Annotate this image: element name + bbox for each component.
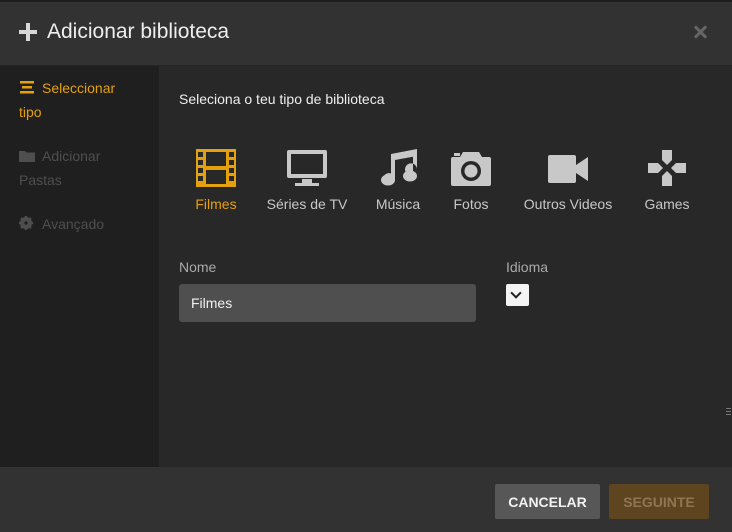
sidebar-item-label: Avançado: [42, 216, 105, 232]
library-name-input[interactable]: [179, 284, 476, 322]
dialog-header: Adicionar biblioteca: [0, 0, 732, 66]
type-option-movies[interactable]: Filmes: [191, 148, 241, 212]
type-label: Séries de TV: [266, 196, 348, 212]
music-note-icon: [381, 149, 418, 186]
tv-icon: [287, 150, 327, 186]
type-option-other-videos[interactable]: Outros Videos: [519, 148, 617, 212]
gear-icon: [19, 213, 35, 230]
film-icon: [196, 149, 236, 187]
camera-icon: [451, 152, 491, 186]
video-camera-icon: [548, 155, 588, 183]
sidebar-item-advanced[interactable]: Avançado: [19, 212, 139, 236]
close-icon[interactable]: [690, 22, 712, 44]
sidebar: Seleccionar tipo Adicionar Pastas Avança…: [0, 66, 159, 467]
folder-icon: [19, 145, 35, 162]
add-library-dialog: Adicionar biblioteca Seleccionar tipo Ad…: [0, 0, 732, 532]
type-option-photos[interactable]: Fotos: [449, 148, 493, 212]
dialog-title: Adicionar biblioteca: [47, 20, 230, 43]
plus-icon: [18, 22, 38, 42]
type-label: Fotos: [453, 196, 489, 212]
type-option-tv-shows[interactable]: Séries de TV: [263, 148, 351, 212]
type-label: Filmes: [195, 196, 237, 212]
gamepad-icon: [648, 150, 686, 186]
type-label: Games: [644, 196, 690, 212]
type-option-games[interactable]: Games: [641, 148, 693, 212]
next-button[interactable]: SEGUINTE: [609, 484, 709, 519]
sidebar-item-select-type[interactable]: Seleccionar tipo: [19, 76, 139, 124]
cancel-button[interactable]: CANCELAR: [495, 484, 600, 519]
chevron-down-icon: [510, 287, 522, 299]
dialog-footer: CANCELAR SEGUINTE: [0, 467, 732, 532]
sidebar-item-add-folders[interactable]: Adicionar Pastas: [19, 144, 139, 192]
resize-handle[interactable]: [726, 408, 732, 418]
type-label: Música: [375, 196, 421, 212]
section-subtitle: Seleciona o teu tipo de biblioteca: [179, 91, 385, 107]
type-label: Outros Videos: [523, 196, 613, 212]
name-label: Nome: [179, 259, 217, 275]
type-option-music[interactable]: Música: [372, 148, 424, 212]
main-panel: Seleciona o teu tipo de biblioteca Filme…: [159, 66, 732, 467]
language-select[interactable]: [506, 284, 529, 306]
language-label: Idioma: [506, 259, 549, 275]
list-icon: [19, 77, 35, 94]
